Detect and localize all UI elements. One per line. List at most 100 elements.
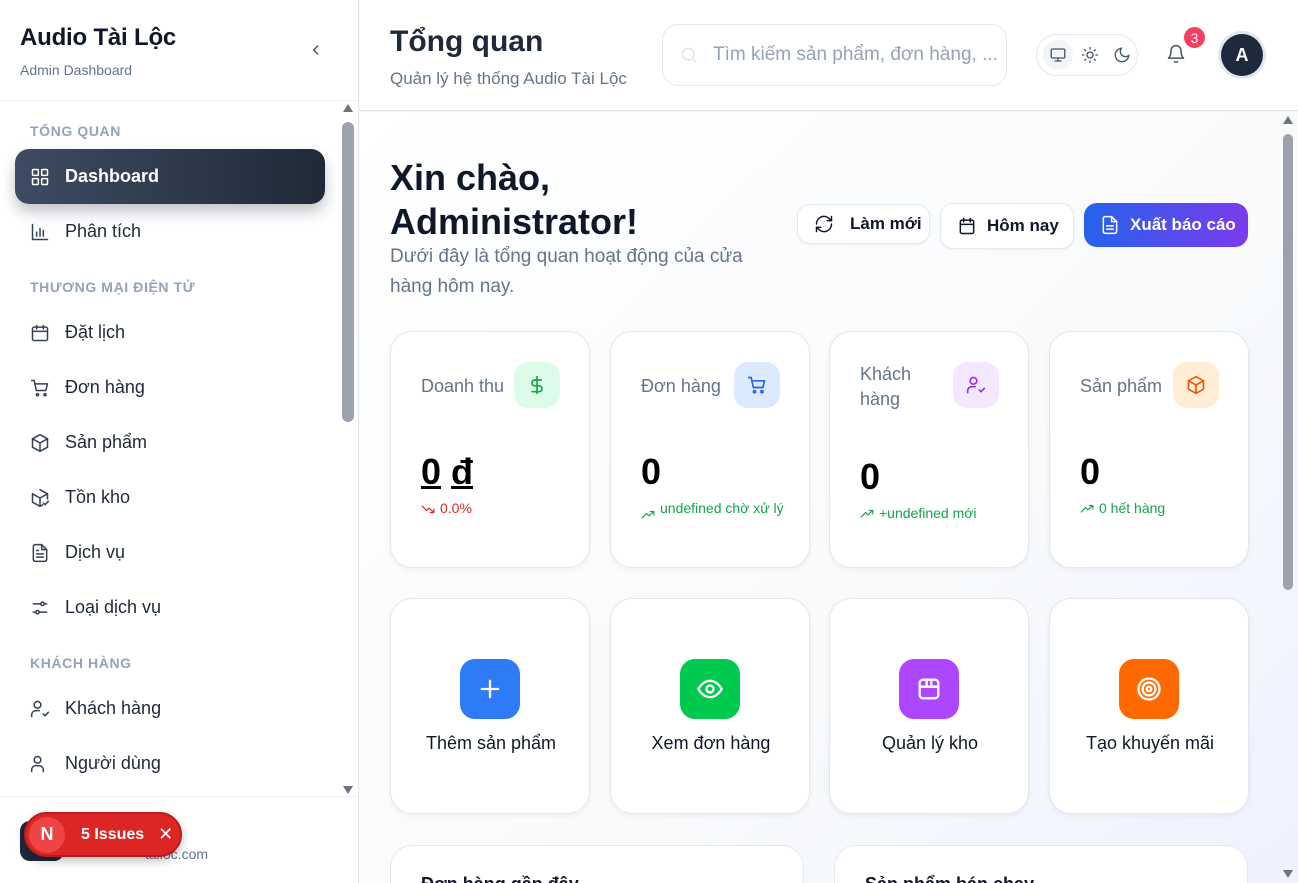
stat-label: Khách hàng: [860, 364, 912, 409]
trending-up-icon: [860, 509, 874, 518]
action-create-promo[interactable]: Tạo khuyến mãi: [1049, 598, 1249, 814]
stat-icon-bg: [514, 362, 560, 408]
action-add-product[interactable]: Thêm sản phẩm: [390, 598, 590, 814]
action-label: Tạo khuyến mãi: [1085, 733, 1215, 753]
scroll-up-arrow-icon[interactable]: [1283, 116, 1293, 124]
scroll-down-arrow-icon[interactable]: [1283, 870, 1293, 878]
user-check-icon: [30, 700, 50, 717]
trending-up-icon: [1080, 504, 1094, 513]
moon-icon: [1114, 47, 1130, 63]
package-check-icon: [31, 488, 50, 507]
today-label: Hôm nay: [987, 216, 1059, 235]
stat-label: Doanh thu: [421, 376, 505, 396]
avatar[interactable]: A: [1221, 34, 1263, 76]
collapse-sidebar-button[interactable]: [306, 40, 326, 60]
stat-label: Đơn hàng: [641, 376, 721, 396]
sidebar-item-label: Người dùng: [65, 753, 161, 773]
brand-title: Audio Tài Lộc: [20, 24, 177, 51]
action-icon-bg: [1119, 659, 1179, 719]
sidebar-item-products[interactable]: Sản phẩm: [15, 415, 325, 470]
stat-card-revenue: Doanh thu 0 đ 0.0%: [390, 331, 590, 568]
trending-up-icon: [641, 510, 655, 519]
bell-icon: [1167, 44, 1185, 64]
sidebar: Audio Tài Lộc Admin Dashboard TỔNG QUAN …: [0, 0, 359, 883]
stat-card-products: Sản phẩm 0 0 hết hàng: [1049, 331, 1249, 568]
sun-icon: [1081, 46, 1099, 64]
today-button[interactable]: Hôm nay: [940, 203, 1074, 249]
panel-title: Đơn hàng gần đây: [421, 874, 579, 883]
stat-trend: +undefined mới: [860, 503, 1010, 523]
sidebar-item-booking[interactable]: Đặt lịch: [15, 305, 325, 360]
action-manage-inventory[interactable]: Quản lý kho: [829, 598, 1029, 814]
action-icon-bg: [899, 659, 959, 719]
stat-trend-text: 0.0%: [440, 500, 472, 516]
refresh-icon: [815, 215, 833, 233]
sidebar-scrollbar-thumb[interactable]: [342, 122, 354, 422]
main-scrollbar[interactable]: [1282, 116, 1294, 878]
dollar-icon: [531, 375, 543, 395]
file-text-icon: [32, 543, 48, 562]
sidebar-brand: Audio Tài Lộc Admin Dashboard: [0, 0, 358, 101]
stat-icon-bg: [953, 362, 999, 408]
stat-trend: 0 hết hàng: [1080, 498, 1230, 518]
stat-trend-text: undefined chờ xử lý: [660, 500, 784, 516]
sidebar-nav: TỔNG QUAN Dashboard Phân tích THƯƠNG MẠI…: [0, 101, 342, 796]
box-icon: [918, 678, 940, 700]
cart-icon: [30, 379, 49, 397]
target-icon: [1137, 677, 1161, 701]
search-box[interactable]: [662, 24, 1007, 86]
stat-value: 0: [641, 451, 662, 492]
theme-light-button[interactable]: [1075, 40, 1105, 70]
sidebar-item-services[interactable]: Dịch vụ: [15, 525, 325, 580]
sidebar-item-users[interactable]: Người dùng: [15, 736, 325, 791]
scroll-up-arrow-icon[interactable]: [343, 104, 353, 112]
issues-badge[interactable]: N 5 Issues ✕: [24, 812, 182, 857]
best-sellers-panel: Sản phẩm bán chạy: [834, 845, 1248, 883]
theme-dark-button[interactable]: [1107, 40, 1137, 70]
notification-count-badge: 3: [1182, 25, 1207, 50]
recent-orders-panel: Đơn hàng gần đây: [390, 845, 804, 883]
stat-value: 0 đ: [421, 451, 473, 493]
action-label: Thêm sản phẩm: [425, 733, 557, 753]
export-report-button[interactable]: Xuất báo cáo: [1084, 203, 1248, 247]
sidebar-item-label: Sản phẩm: [65, 432, 148, 452]
eye-icon: [697, 679, 723, 699]
page-title: Tổng quan: [390, 25, 544, 58]
sidebar-item-inventory[interactable]: Tồn kho: [15, 470, 325, 525]
action-label: Quản lý kho: [881, 733, 979, 753]
panel-title: Sản phẩm bán chạy: [865, 874, 1034, 883]
refresh-button[interactable]: Làm mới: [797, 204, 930, 244]
search-input[interactable]: [713, 44, 1003, 66]
users-icon: [30, 755, 45, 772]
next-logo-icon: N: [29, 816, 65, 853]
sidebar-item-analytics[interactable]: Phân tích: [15, 204, 325, 259]
stat-icon-bg: [1173, 362, 1219, 408]
sidebar-item-label: Tồn kho: [65, 487, 131, 507]
action-label: Xem đơn hàng: [651, 733, 771, 753]
main-scrollbar-thumb[interactable]: [1283, 134, 1293, 590]
sidebar-item-label: Khách hàng: [65, 698, 162, 718]
stat-trend: undefined chờ xử lý: [641, 498, 791, 522]
stat-icon-bg: [734, 362, 780, 408]
calendar-icon: [31, 324, 49, 341]
action-view-orders[interactable]: Xem đơn hàng: [610, 598, 810, 814]
scroll-down-arrow-icon[interactable]: [343, 786, 353, 794]
theme-system-button[interactable]: [1043, 40, 1073, 70]
notifications-button[interactable]: [1166, 44, 1188, 66]
sidebar-item-label: Phân tích: [65, 221, 142, 241]
issues-label: 5 Issues: [81, 825, 145, 843]
sidebar-item-orders[interactable]: Đơn hàng: [15, 360, 325, 415]
sidebar-item-service-types[interactable]: Loại dịch vụ: [15, 580, 325, 635]
file-text-icon: [1102, 215, 1118, 235]
sidebar-item-dashboard[interactable]: Dashboard: [15, 149, 325, 204]
user-check-icon: [966, 376, 986, 394]
stat-value: 0: [1080, 451, 1101, 492]
currency-symbol: đ: [451, 451, 474, 492]
page-subtitle: Quản lý hệ thống Audio Tài Lộc: [390, 69, 627, 88]
greeting-title: Xin chào, Administrator!: [390, 157, 639, 242]
sidebar-scrollbar[interactable]: [342, 104, 354, 794]
trending-down-icon: [421, 505, 435, 514]
cart-icon: [747, 376, 766, 394]
close-icon[interactable]: ✕: [158, 824, 173, 845]
sidebar-item-customers[interactable]: Khách hàng: [15, 681, 325, 736]
